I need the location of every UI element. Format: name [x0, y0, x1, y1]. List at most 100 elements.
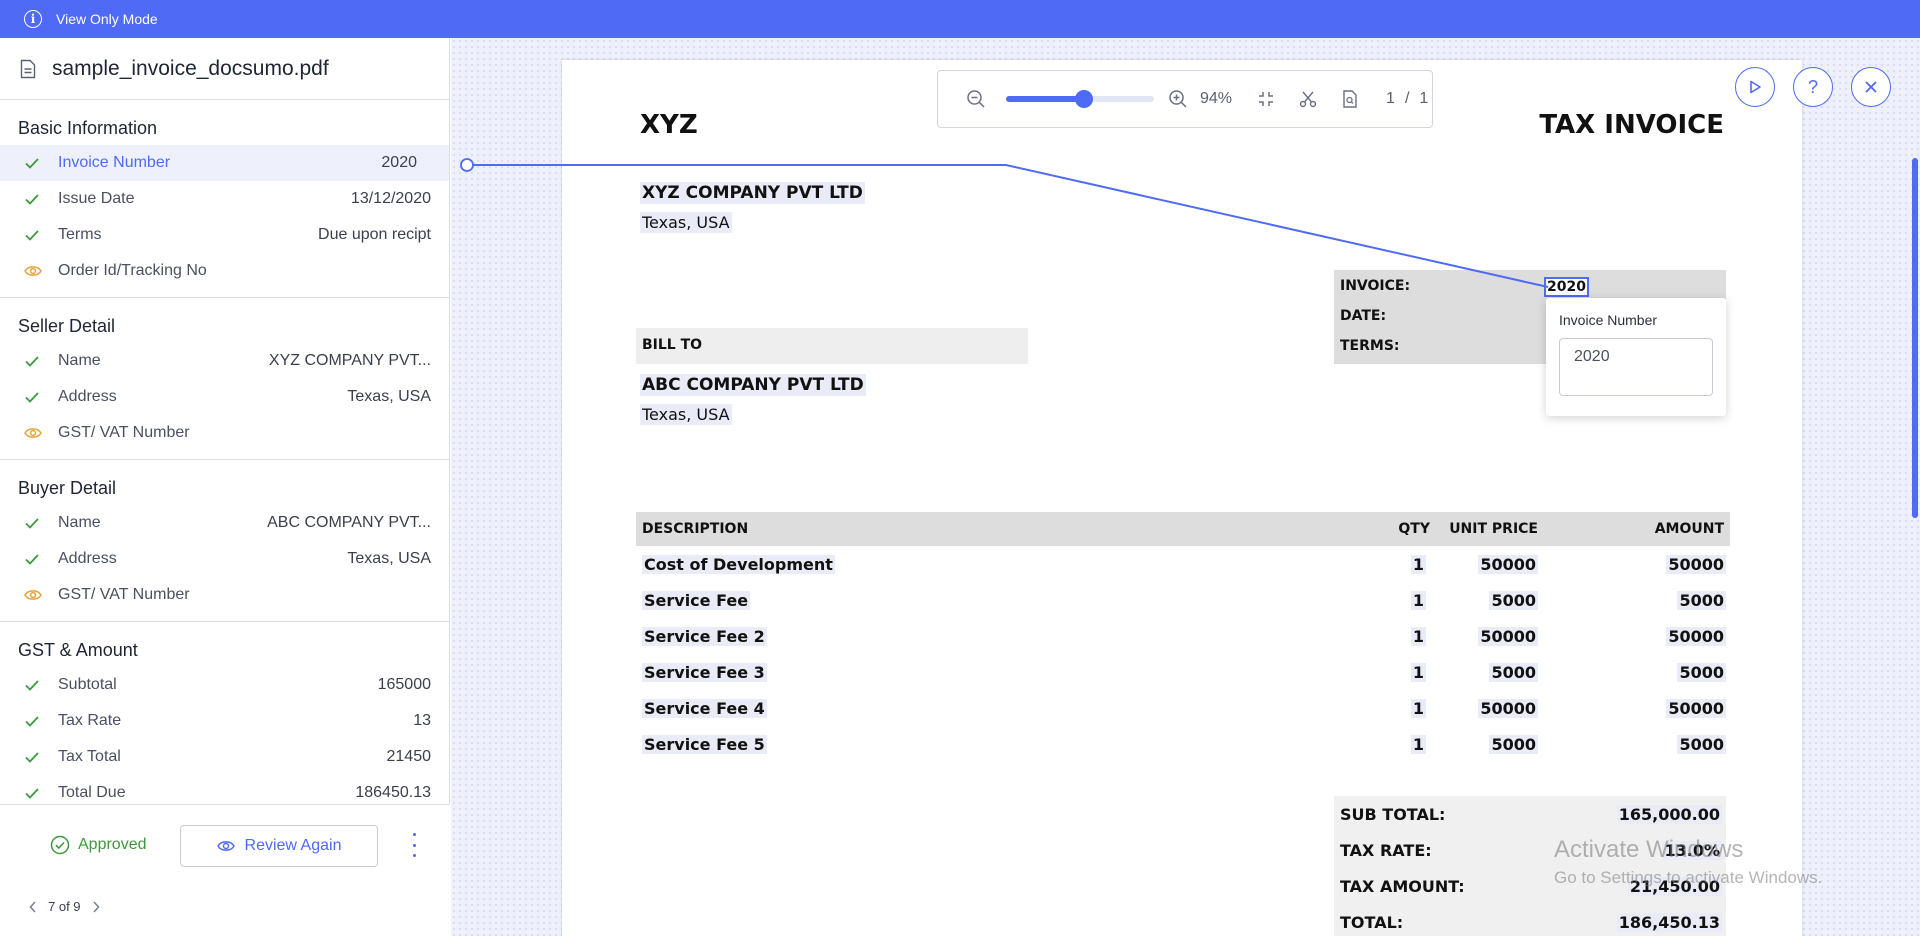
field-label: Invoice Number — [58, 154, 171, 171]
field-row-issue-date[interactable]: Issue Date 13/12/2020 — [0, 181, 449, 217]
item-description[interactable]: Service Fee — [642, 591, 751, 610]
invoice-title: TAX INVOICE — [1539, 110, 1724, 140]
check-icon — [24, 749, 46, 765]
field-row-name[interactable]: Name ABC COMPANY PVT... — [0, 505, 449, 541]
bill-to-header: BILL TO — [636, 328, 1028, 364]
review-again-button[interactable]: Review Again — [180, 825, 378, 867]
item-amount[interactable]: 5000 — [1677, 591, 1726, 610]
seller-name-text[interactable]: XYZ COMPANY PVT LTD — [640, 182, 865, 204]
section-title: Buyer Detail — [18, 478, 117, 498]
chevron-left-icon[interactable] — [28, 900, 38, 914]
check-icon — [24, 677, 46, 693]
zoom-slider-handle[interactable] — [1075, 90, 1094, 108]
field-value: XYZ COMPANY PVT... — [268, 352, 431, 369]
buyer-address-text[interactable]: Texas, USA — [640, 404, 732, 425]
field-row-total-due[interactable]: Total Due 186450.13 — [0, 775, 449, 804]
field-row-address[interactable]: Address Texas, USA — [0, 379, 449, 415]
field-row-tax-total[interactable]: Tax Total 21450 — [0, 739, 449, 775]
field-label: Total Due — [58, 784, 126, 801]
totals-value[interactable]: 186,450.13 — [1616, 913, 1722, 932]
popup-value-input[interactable]: 2020 — [1559, 338, 1713, 396]
document-viewer[interactable]: XYZ TAX INVOICE XYZ COMPANY PVT LTD Texa… — [451, 38, 1920, 936]
chevron-right-icon[interactable] — [91, 900, 101, 914]
review-again-label: Review Again — [244, 837, 342, 854]
buyer-name-text[interactable]: ABC COMPANY PVT LTD — [640, 374, 866, 396]
totals-value[interactable]: 165,000.00 — [1616, 805, 1722, 824]
item-description[interactable]: Service Fee 2 — [642, 627, 767, 646]
field-row-invoice-number[interactable]: Invoice Number 2020 — [0, 145, 449, 181]
close-icon — [1865, 81, 1877, 93]
viewer-scrollbar[interactable] — [1912, 158, 1918, 518]
item-qty[interactable]: 1 — [1410, 627, 1426, 646]
invoice-page: XYZ TAX INVOICE XYZ COMPANY PVT LTD Texa… — [562, 60, 1802, 936]
zoom-slider[interactable] — [1006, 90, 1154, 108]
field-row-address[interactable]: Address Texas, USA — [0, 541, 449, 577]
close-button[interactable] — [1851, 67, 1891, 107]
item-unit-price[interactable]: 5000 — [1489, 663, 1538, 682]
fit-to-screen-icon[interactable] — [1256, 89, 1276, 109]
item-amount[interactable]: 50000 — [1666, 699, 1726, 718]
field-label: Subtotal — [58, 676, 117, 693]
eye-icon — [216, 841, 235, 851]
totals-row: SUB TOTAL: 165,000.00 — [1334, 800, 1726, 830]
field-row-gst-vat-number[interactable]: GST/ VAT Number — [0, 415, 449, 451]
field-row-order-id-tracking-no[interactable]: Order Id/Tracking No — [0, 253, 449, 289]
help-button[interactable]: ? — [1793, 67, 1833, 107]
item-unit-price[interactable]: 50000 — [1478, 627, 1538, 646]
column-unit-price: UNIT PRICE — [1449, 521, 1538, 537]
play-button[interactable] — [1735, 67, 1775, 107]
field-row-subtotal[interactable]: Subtotal 165000 — [0, 667, 449, 703]
item-unit-price[interactable]: 5000 — [1489, 735, 1538, 754]
file-name: sample_invoice_docsumo.pdf — [52, 56, 329, 80]
item-unit-price[interactable]: 50000 — [1478, 555, 1538, 574]
item-amount[interactable]: 5000 — [1677, 735, 1726, 754]
item-amount[interactable]: 50000 — [1666, 555, 1726, 574]
item-unit-price[interactable]: 5000 — [1489, 591, 1538, 610]
item-description[interactable]: Service Fee 5 — [642, 735, 767, 754]
document-icon — [20, 59, 36, 78]
field-value: 2020 — [381, 154, 417, 171]
field-label: Address — [58, 550, 117, 567]
approved-label: Approved — [78, 836, 147, 853]
item-qty[interactable]: 1 — [1410, 735, 1426, 754]
field-row-name[interactable]: Name XYZ COMPANY PVT... — [0, 343, 449, 379]
item-unit-price[interactable]: 50000 — [1478, 699, 1538, 718]
view-only-text: View Only Mode — [56, 11, 158, 27]
item-description[interactable]: Service Fee 3 — [642, 663, 767, 682]
field-row-gst-vat-number[interactable]: GST/ VAT Number — [0, 577, 449, 613]
field-list: Basic Information Invoice Number 2020 Issue… — [0, 100, 449, 804]
check-icon — [24, 551, 46, 567]
field-label: Name — [58, 514, 101, 531]
zoom-out-icon[interactable] — [966, 89, 986, 109]
section-seller-detail: Seller Detail Name XYZ COMPANY PVT... Addre… — [0, 298, 449, 460]
field-row-terms[interactable]: Terms Due upon recipt — [0, 217, 449, 253]
item-amount[interactable]: 50000 — [1666, 627, 1726, 646]
section-gst-amount: GST & Amount Subtotal 165000 Tax Rate 13 Tax … — [0, 622, 449, 804]
item-qty[interactable]: 1 — [1410, 663, 1426, 682]
check-icon — [24, 191, 46, 207]
item-description[interactable]: Service Fee 4 — [642, 699, 767, 718]
play-icon — [1750, 80, 1761, 94]
activate-windows-subtitle: Go to Settings to activate Windows. — [1554, 868, 1823, 887]
field-label: Tax Rate — [58, 712, 122, 729]
scissors-icon[interactable] — [1298, 89, 1318, 109]
more-options-icon[interactable] — [410, 833, 418, 857]
field-row-tax-rate[interactable]: Tax Rate 13 — [0, 703, 449, 739]
info-icon: i — [24, 10, 42, 28]
totals-row: TOTAL: 186,450.13 — [1334, 908, 1726, 936]
item-qty[interactable]: 1 — [1410, 699, 1426, 718]
eye-icon — [24, 264, 46, 278]
item-amount[interactable]: 5000 — [1677, 663, 1726, 682]
column-amount: AMOUNT — [1654, 521, 1724, 537]
item-qty[interactable]: 1 — [1410, 555, 1426, 574]
item-description[interactable]: Cost of Development — [642, 555, 835, 574]
invoice-number-value[interactable]: 2020 — [1544, 277, 1589, 297]
item-qty[interactable]: 1 — [1410, 591, 1426, 610]
check-icon — [24, 389, 46, 405]
check-icon — [24, 713, 46, 729]
field-label: Name — [58, 352, 101, 369]
search-document-icon[interactable] — [1340, 89, 1360, 109]
seller-address-text[interactable]: Texas, USA — [640, 212, 732, 233]
zoom-in-icon[interactable] — [1168, 89, 1188, 109]
approved-status: Approved — [50, 835, 147, 855]
